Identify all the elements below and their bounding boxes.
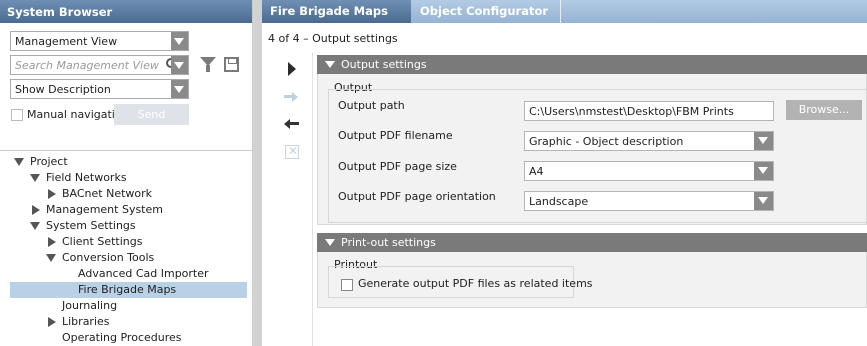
tree-node-system-settings[interactable]: System Settings [30, 218, 230, 234]
output-path-label: Output path [338, 99, 405, 112]
main-panel: Fire Brigade Maps Object Configurator 4 … [262, 0, 867, 346]
output-filename-value: Graphic - Object description [529, 135, 684, 148]
expand-down-icon[interactable] [14, 158, 24, 166]
expand-down-icon[interactable] [30, 222, 40, 230]
system-browser-title: System Browser [0, 0, 252, 23]
tree-node-field-networks[interactable]: Field Networks [30, 170, 230, 186]
description-selector-value: Show Description [15, 83, 111, 96]
chevron-down-icon[interactable] [171, 32, 188, 50]
output-settings-body: Output Output path C:\Users\nmstest\Desk… [317, 74, 867, 225]
back-arrow-icon[interactable] [281, 113, 303, 135]
tree-node-project[interactable]: Project [14, 154, 234, 170]
tree-node-label: Fire Brigade Maps [78, 283, 177, 296]
tree-node-client-settings[interactable]: Client Settings [46, 234, 236, 250]
tree-node-label: Operating Procedures [62, 331, 182, 344]
wizard-step-title: 4 of 4 – Output settings [268, 32, 398, 45]
output-filename-label: Output PDF filename [338, 129, 453, 142]
expand-right-icon[interactable] [32, 205, 40, 215]
tree-node-operating-procedures[interactable]: Operating Procedures [46, 330, 236, 346]
printout-settings-section: Print-out settings Printout Generate out… [317, 233, 867, 308]
manual-navigation-label: Manual navigatic [27, 108, 121, 121]
orientation-value: Landscape [529, 195, 589, 208]
tree-node-label: BACnet Network [62, 187, 153, 200]
printout-settings-title: Print-out settings [341, 236, 436, 249]
output-settings-section: Output settings Output Output path C:\Us… [317, 55, 867, 225]
expand-down-icon[interactable] [46, 254, 56, 262]
tree-node-libraries[interactable]: Libraries [46, 314, 236, 330]
expand-right-icon[interactable] [48, 189, 56, 199]
printout-settings-header[interactable]: Print-out settings [317, 233, 867, 252]
cancel-icon: ✕ [281, 141, 303, 163]
tree-node-label: Management System [46, 203, 163, 216]
expand-right-icon[interactable] [48, 237, 56, 247]
view-selector-value: Management View [15, 35, 118, 48]
page-size-value: A4 [529, 165, 544, 178]
description-selector[interactable]: Show Description [10, 79, 189, 99]
output-settings-header[interactable]: Output settings [317, 55, 867, 74]
output-path-field[interactable]: C:\Users\nmstest\Desktop\FBM Prints [524, 101, 774, 121]
save-icon[interactable] [224, 57, 239, 72]
wizard-toolbar: ✕ [276, 53, 312, 346]
close-icon: ✕ [288, 144, 299, 158]
tree-node-fire-brigade-maps[interactable]: Fire Brigade Maps [10, 282, 247, 298]
tree-node-label: Project [30, 155, 68, 168]
page-size-label: Output PDF page size [338, 160, 457, 173]
divider [0, 150, 253, 151]
tab-object-configurator[interactable]: Object Configurator [412, 0, 561, 23]
collapse-icon[interactable] [325, 239, 335, 246]
tree-node-label: Client Settings [62, 235, 143, 248]
output-path-value: C:\Users\nmstest\Desktop\FBM Prints [529, 105, 734, 118]
send-button[interactable]: Send [114, 104, 189, 125]
pane-splitter[interactable] [254, 0, 262, 346]
play-icon[interactable] [281, 57, 303, 79]
tree-node-advanced-cad-importer[interactable]: Advanced Cad Importer [62, 266, 232, 282]
manual-navigation-checkbox[interactable] [11, 109, 23, 121]
chevron-down-icon[interactable] [171, 80, 188, 98]
tree-node-journaling[interactable]: Journaling [46, 298, 236, 314]
tree-node-label: Conversion Tools [62, 251, 155, 264]
chevron-down-icon[interactable] [754, 192, 773, 210]
tree-node-label: Libraries [62, 315, 110, 328]
tab-fire-brigade-maps[interactable]: Fire Brigade Maps [262, 0, 411, 23]
orientation-select[interactable]: Landscape [524, 191, 774, 211]
tree-node-conversion-tools[interactable]: Conversion Tools [46, 250, 236, 266]
chevron-down-icon[interactable] [171, 56, 188, 74]
tree-node-label: Journaling [62, 299, 118, 312]
tree-node-bacnet-network[interactable]: BACnet Network [46, 186, 236, 202]
filter-icon-stem [206, 65, 210, 72]
system-browser-panel: System Browser Management View Search Ma… [0, 0, 253, 346]
tree-node-label: Field Networks [46, 171, 127, 184]
browse-button[interactable]: Browse... [786, 100, 862, 120]
chevron-down-icon[interactable] [754, 132, 773, 150]
output-settings-title: Output settings [341, 58, 427, 71]
page-size-select[interactable]: A4 [524, 161, 774, 181]
forward-arrow-icon [281, 86, 303, 108]
generate-pdf-checkbox[interactable] [341, 279, 353, 291]
output-filename-select[interactable]: Graphic - Object description [524, 131, 774, 151]
expand-down-icon[interactable] [30, 174, 40, 182]
expand-right-icon[interactable] [48, 317, 56, 327]
collapse-icon[interactable] [325, 61, 335, 68]
search-input[interactable]: Search Management View [10, 55, 189, 75]
tab-bar: Fire Brigade Maps Object Configurator [262, 0, 867, 23]
chevron-down-icon[interactable] [754, 162, 773, 180]
search-placeholder: Search Management View [15, 59, 159, 72]
tree-node-label: Advanced Cad Importer [78, 267, 209, 280]
tree-node-label: System Settings [46, 219, 136, 232]
orientation-label: Output PDF page orientation [338, 190, 496, 203]
tree-node-management-system[interactable]: Management System [30, 202, 230, 218]
view-selector[interactable]: Management View [10, 31, 189, 51]
generate-pdf-label: Generate output PDF files as related ite… [358, 277, 593, 290]
printout-settings-body: Printout Generate output PDF files as re… [317, 252, 867, 308]
divider [312, 53, 313, 346]
